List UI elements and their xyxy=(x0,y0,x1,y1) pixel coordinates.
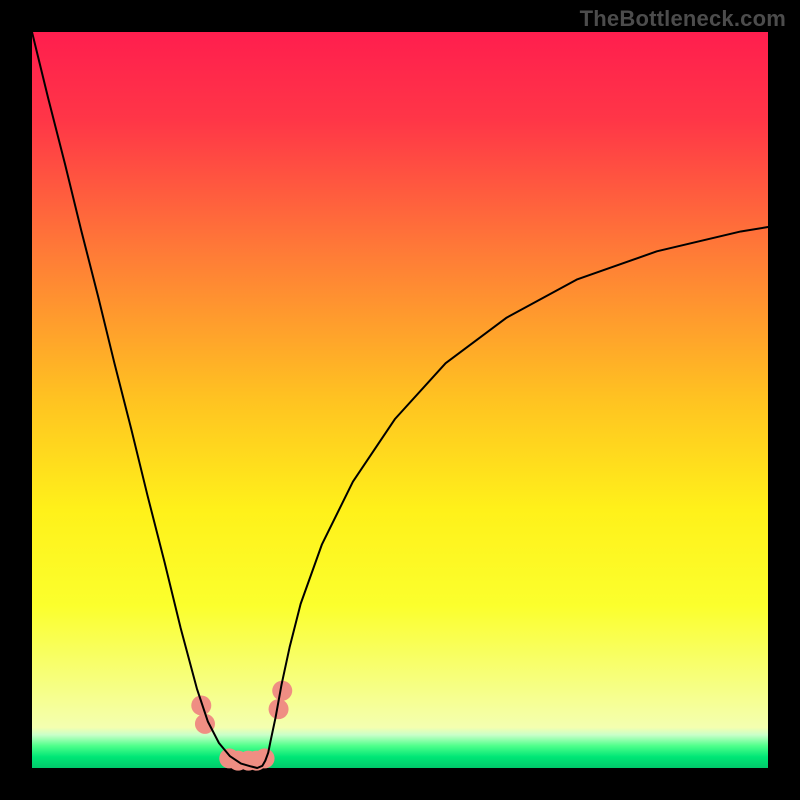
plot-background xyxy=(32,32,768,768)
data-marker xyxy=(191,695,211,715)
watermark-text: TheBottleneck.com xyxy=(580,6,786,32)
chart-stage: TheBottleneck.com xyxy=(0,0,800,800)
data-marker xyxy=(255,748,275,768)
bottleneck-chart xyxy=(0,0,800,800)
